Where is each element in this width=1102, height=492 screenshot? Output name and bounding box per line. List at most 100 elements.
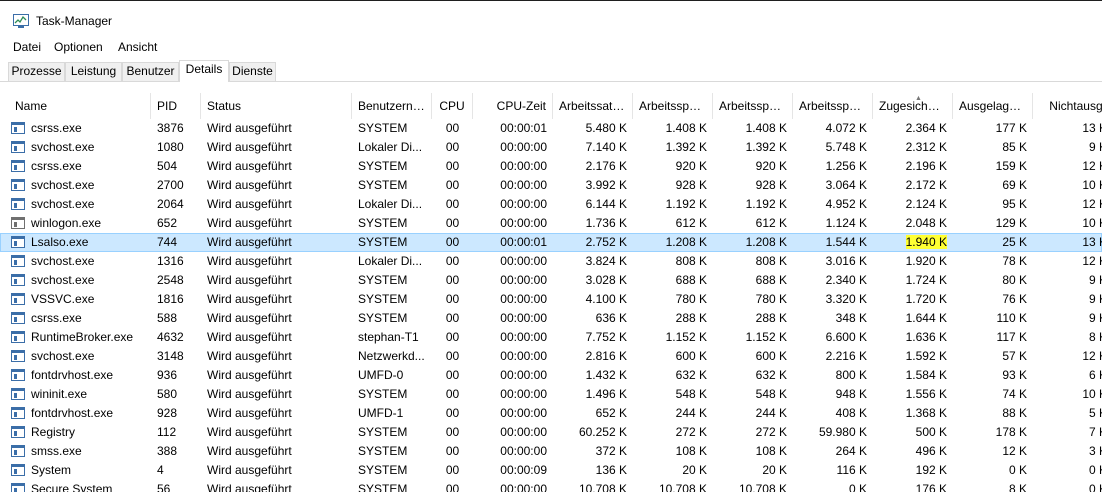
table-row[interactable]: svchost.exe 2700 Wird ausgeführt SYSTEM 00 00… — [0, 176, 1102, 195]
process-working-set-private-text: 288 K — [755, 311, 787, 325]
process-pid: 936 — [151, 366, 201, 385]
table-row[interactable]: smss.exe 388 Wird ausgeführt SYSTEM 00 00:00:… — [0, 442, 1102, 461]
process-window-icon — [11, 369, 25, 381]
process-working-set-text: 3.028 K — [585, 273, 627, 287]
process-cpu-text: 00 — [445, 292, 460, 306]
process-commit-size: 1.920 K — [873, 252, 953, 271]
process-status: Wird ausgeführt — [201, 423, 352, 442]
process-working-set: 2.176 K — [553, 157, 633, 176]
process-window-icon — [11, 179, 25, 191]
process-working-set-shared: 4.072 K — [793, 119, 873, 138]
process-working-set-private: 612 K — [713, 214, 793, 233]
process-status: Wird ausgeführt — [201, 347, 352, 366]
process-working-set: 136 K — [553, 461, 633, 480]
process-nonpaged-pool-text: 6 K — [1088, 368, 1102, 382]
process-cpu-text: 00 — [445, 368, 460, 382]
menu-optionen[interactable]: Optionen — [54, 40, 103, 54]
menu-ansicht[interactable]: Ansicht — [118, 40, 157, 54]
process-working-set-peak: 244 K — [633, 404, 713, 423]
column-header-pid[interactable]: PID — [151, 93, 201, 119]
process-working-set-shared-text: 4.952 K — [825, 197, 867, 211]
process-cpu-time-text: 00:00:00 — [500, 444, 547, 458]
column-header-arbeitsspeicher-gemeinsam[interactable]: Arbeitsspei... — [793, 93, 873, 119]
table-row[interactable]: System 4 Wird ausgeführt SYSTEM 00 00:00:09 13… — [0, 461, 1102, 480]
column-header-arbeitsspeicher-privat[interactable]: Arbeitsspei... — [713, 93, 793, 119]
column-header-cpu[interactable]: CPU — [432, 93, 473, 119]
process-commit-size-text: 2.312 K — [905, 140, 947, 154]
process-window-icon — [11, 464, 25, 476]
process-working-set: 3.824 K — [553, 252, 633, 271]
table-row[interactable]: svchost.exe 2548 Wird ausgeführt SYSTEM 00 00… — [0, 271, 1102, 290]
column-header-benutzername[interactable]: Benutzerna... — [352, 93, 432, 119]
title-bar[interactable]: Task-Manager — [0, 1, 1102, 35]
process-name-text: RuntimeBroker.exe — [31, 330, 134, 344]
column-header-arbeitsspeicher-spitze[interactable]: Arbeitsspei... — [633, 93, 713, 119]
table-row[interactable]: RuntimeBroker.exe 4632 Wird ausgeführt step… — [0, 328, 1102, 347]
process-commit-size-text: 2.124 K — [905, 197, 947, 211]
process-nonpaged-pool: 10 K — [1033, 176, 1102, 195]
table-row[interactable]: fontdrvhost.exe 928 Wird ausgeführt UMFD-1 0… — [0, 404, 1102, 423]
tab-benutzer[interactable]: Benutzer — [122, 62, 179, 81]
column-header-cpu-zeit[interactable]: CPU-Zeit — [473, 93, 553, 119]
process-working-set-shared-text: 4.072 K — [825, 121, 867, 135]
process-cpu: 00 — [432, 233, 473, 252]
table-row[interactable]: VSSVC.exe 1816 Wird ausgeführt SYSTEM 00 00:0… — [0, 290, 1102, 309]
table-row[interactable]: svchost.exe 3148 Wird ausgeführt Netzwerkd.… — [0, 347, 1102, 366]
process-nonpaged-pool-text: 13 K — [1082, 121, 1102, 135]
table-row[interactable]: svchost.exe 2064 Wird ausgeführt Lokaler Di… — [0, 195, 1102, 214]
process-working-set-peak-text: 244 K — [675, 406, 707, 420]
process-status-text: Wird ausgeführt — [207, 482, 292, 492]
process-name: svchost.exe — [0, 176, 151, 195]
tab-prozesse[interactable]: Prozesse — [8, 62, 65, 81]
process-working-set-peak: 600 K — [633, 347, 713, 366]
process-user: SYSTEM — [352, 271, 432, 290]
process-working-set-text: 5.480 K — [585, 121, 627, 135]
process-user-text: UMFD-1 — [358, 406, 404, 420]
process-user-text: SYSTEM — [358, 311, 408, 325]
table-row[interactable]: winlogon.exe 652 Wird ausgeführt SYSTEM 00 00… — [0, 214, 1102, 233]
process-nonpaged-pool-text: 12 K — [1082, 159, 1102, 173]
table-row[interactable]: csrss.exe 3876 Wird ausgeführt SYSTEM 00 00:0… — [0, 119, 1102, 138]
process-nonpaged-pool-text: 3 K — [1088, 444, 1102, 458]
process-cpu: 00 — [432, 442, 473, 461]
process-window-icon — [11, 293, 25, 305]
process-working-set-shared-text: 2.340 K — [825, 273, 867, 287]
tab-dienste[interactable]: Dienste — [229, 62, 276, 81]
process-commit-size-text: 176 K — [915, 482, 947, 492]
tab-details[interactable]: Details — [179, 60, 229, 82]
table-row[interactable]: Registry 112 Wird ausgeführt SYSTEM 00 00:00:… — [0, 423, 1102, 442]
process-working-set-text: 60.252 K — [578, 425, 627, 439]
menu-datei[interactable]: Datei — [13, 40, 41, 54]
process-commit-size: 1.636 K — [873, 328, 953, 347]
process-name-text: Registry — [31, 425, 76, 439]
process-user: Lokaler Di... — [352, 252, 432, 271]
column-header-ausgelagert[interactable]: Ausgelager... — [953, 93, 1033, 119]
process-status: Wird ausgeführt — [201, 366, 352, 385]
process-cpu: 00 — [432, 385, 473, 404]
column-header-status[interactable]: Status — [201, 93, 352, 119]
table-row[interactable]: csrss.exe 504 Wird ausgeführt SYSTEM 00 00:00… — [0, 157, 1102, 176]
column-header-nichtausgelagert[interactable]: Nichtausg. — [1033, 93, 1102, 119]
column-header-zugesichert[interactable]: Zugesicher... — [873, 93, 953, 119]
process-commit-size: 1.724 K — [873, 271, 953, 290]
column-header-arbeitssatz[interactable]: Arbeitssatz... — [553, 93, 633, 119]
table-row-selected[interactable]: Lsalso.exe 744 Wird ausgeführt SYSTEM 00 00:0… — [0, 233, 1102, 252]
process-commit-size-text: 2.172 K — [905, 178, 947, 192]
table-row[interactable]: wininit.exe 580 Wird ausgeführt SYSTEM 00 00:… — [0, 385, 1102, 404]
process-name: csrss.exe — [0, 157, 151, 176]
process-name-text: wininit.exe — [31, 387, 88, 401]
process-pid-text: 580 — [157, 387, 178, 401]
table-row[interactable]: svchost.exe 1316 Wird ausgeführt Lokaler Di… — [0, 252, 1102, 271]
process-paged-pool-text: 8 K — [1008, 482, 1027, 492]
column-header-name[interactable]: Name — [9, 93, 151, 119]
process-commit-size-text: 1.636 K — [905, 330, 947, 344]
process-status-text: Wird ausgeführt — [207, 330, 292, 344]
process-name: Secure System — [0, 480, 151, 492]
table-row[interactable]: svchost.exe 1080 Wird ausgeführt Lokaler Di… — [0, 138, 1102, 157]
table-row[interactable]: fontdrvhost.exe 936 Wird ausgeführt UMFD-0 0… — [0, 366, 1102, 385]
tab-leistung[interactable]: Leistung — [65, 62, 122, 81]
process-pid-text: 388 — [157, 444, 178, 458]
table-row[interactable]: csrss.exe 588 Wird ausgeführt SYSTEM 00 00:00… — [0, 309, 1102, 328]
table-row[interactable]: Secure System 56 Wird ausgeführt SYSTEM 00 00… — [0, 480, 1102, 492]
process-status: Wird ausgeführt — [201, 480, 352, 492]
